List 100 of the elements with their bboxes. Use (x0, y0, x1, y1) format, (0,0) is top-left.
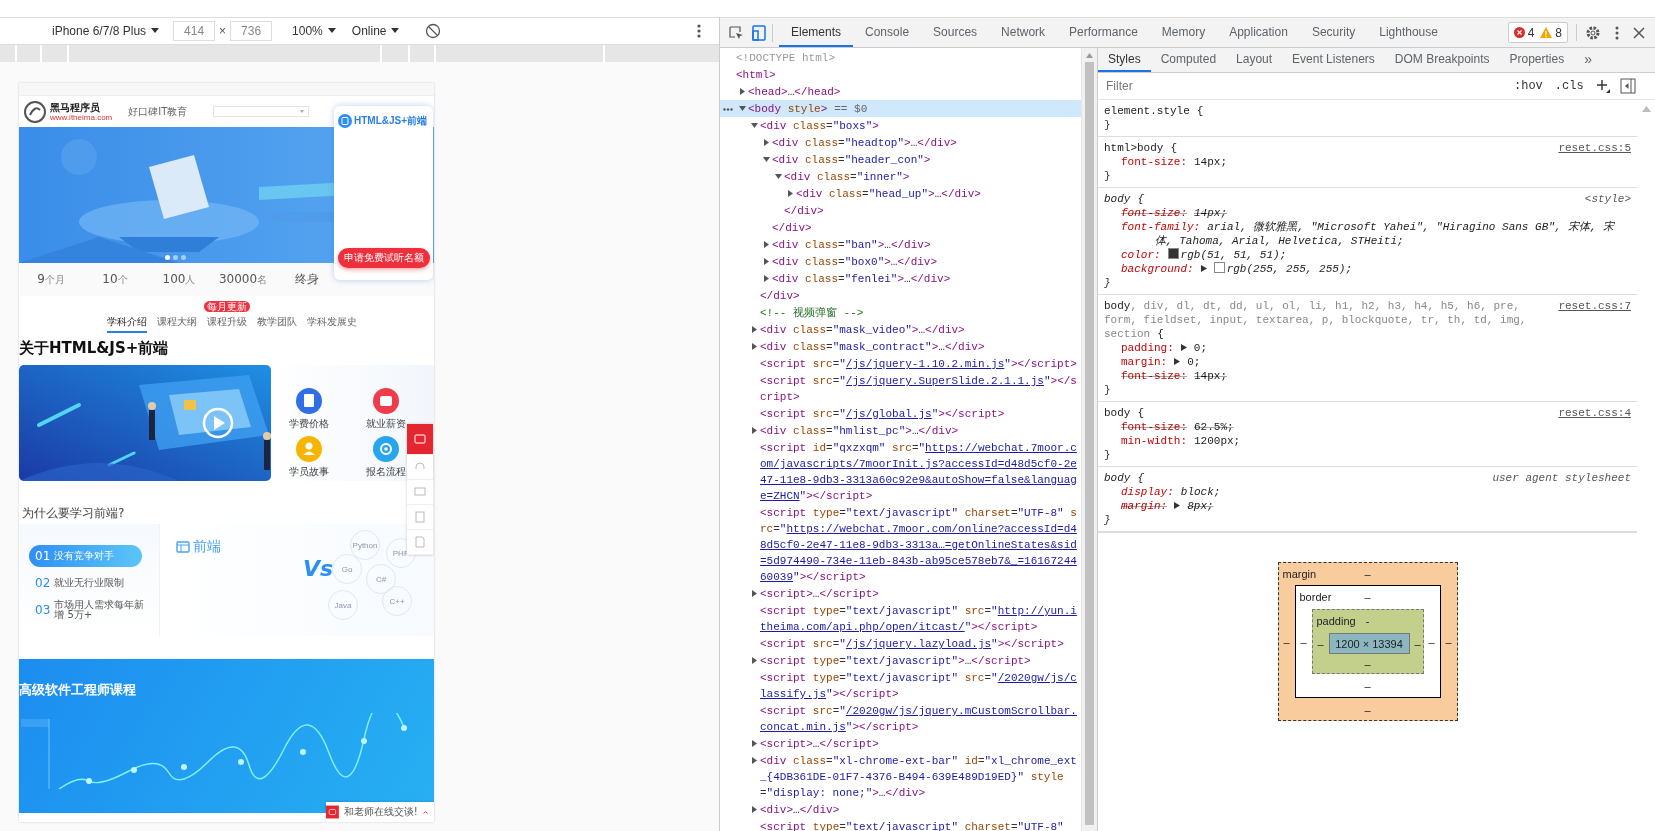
dom-node[interactable]: <script src="/js/jquery.SuperSlide.2.1.1.js"></script> (720, 372, 1081, 405)
caret-right-icon[interactable] (762, 241, 770, 248)
css-declaration[interactable]: min-width: 1200px; (1104, 434, 1631, 448)
throttle-select[interactable]: Online (347, 20, 404, 42)
more-icon[interactable] (697, 24, 701, 38)
caret-right-icon[interactable] (786, 190, 794, 197)
expand-triangle-icon[interactable] (1174, 502, 1181, 509)
dom-node[interactable]: <div class="fenlei">…</div> (720, 270, 1081, 287)
section-tab[interactable]: 教学团队 (256, 315, 297, 333)
caret-down-icon[interactable] (738, 105, 746, 112)
panel-tab[interactable]: Application (1217, 18, 1300, 47)
dom-node[interactable]: <head>…</head> (720, 83, 1081, 100)
stylesheet-link[interactable]: reset.css:7 (1558, 299, 1631, 313)
caret-right-icon[interactable] (750, 427, 758, 434)
css-declaration[interactable]: margin: 0; (1104, 355, 1631, 369)
panel-tab[interactable]: Memory (1149, 18, 1218, 47)
dom-node[interactable]: <script type="text/javascript" charset="UTF-8" src="https://webchat.7moor.com/online?accessId=d48d5cf0-2e47-11e8-9db3-3313a…=getOnlineStates&sid=5d974490-734e-11eb-843b-ab95ce578eb7&_=1616724460039"></script> (720, 504, 1081, 585)
dom-node[interactable]: <script>…</script> (720, 585, 1081, 602)
dom-node[interactable]: <div class="header_con"> (720, 151, 1081, 168)
css-declaration[interactable]: background: rgb(255, 255, 255); (1104, 262, 1631, 276)
slide-dot[interactable] (165, 255, 170, 260)
css-declaration[interactable]: margin: 8px; (1104, 499, 1631, 513)
caret-right-icon[interactable] (750, 740, 758, 747)
expand-triangle-icon[interactable] (1200, 265, 1207, 272)
chevron-up-icon[interactable] (422, 809, 428, 815)
css-declaration[interactable]: font-size: 62.5%; (1104, 420, 1631, 434)
ellipsis-icon[interactable] (723, 108, 733, 111)
sidebar-tab[interactable]: Styles (1098, 48, 1151, 72)
panel-tab[interactable]: Lighthouse (1367, 18, 1450, 47)
dom-node[interactable]: <script type="text/javascript" src="http://yun.itheima.com/api.php/open/itcast/"></script> (720, 602, 1081, 635)
panel-tab[interactable]: Network (989, 18, 1058, 47)
section-tab[interactable]: 课程升级 (206, 315, 247, 333)
dom-node[interactable]: <div class="inner"> (720, 168, 1081, 185)
caret-right-icon[interactable] (762, 139, 770, 146)
color-swatch[interactable] (1167, 248, 1179, 259)
caret-right-icon[interactable] (750, 343, 758, 350)
sidebar-tab[interactable]: Computed (1150, 48, 1227, 72)
panel-tab[interactable]: Security (1299, 18, 1368, 47)
width-field[interactable]: 414 (173, 21, 216, 41)
caret-right-icon[interactable] (762, 258, 770, 265)
zoom-select[interactable]: 100% (288, 20, 340, 42)
dom-node[interactable]: <body style> == $0 (720, 100, 1081, 117)
dom-node[interactable]: <script src="/js/jquery-1.10.2.min.js"></script> (720, 355, 1081, 372)
device-select[interactable]: iPhone 6/7/8 Plus (48, 20, 164, 42)
caret-down-icon[interactable] (762, 156, 770, 163)
dom-node[interactable]: </div> (720, 287, 1081, 304)
caret-right-icon[interactable] (750, 806, 758, 813)
sidebar-tab[interactable]: Event Listeners (1282, 48, 1385, 72)
clipboard-icon[interactable] (414, 511, 426, 523)
panel-tab[interactable]: Sources (921, 18, 990, 47)
caret-down-icon[interactable] (750, 122, 758, 129)
more-tabs-button[interactable]: » (1574, 48, 1602, 72)
dom-node[interactable]: <html> (720, 66, 1081, 83)
dom-node[interactable]: <div class="boxs"> (720, 117, 1081, 134)
dom-node[interactable]: </div> (720, 202, 1081, 219)
issues-button[interactable]: 4 8 (1507, 22, 1568, 43)
scrollbar[interactable] (1081, 48, 1097, 831)
sidebar-tab[interactable]: DOM Breakpoints (1384, 48, 1500, 72)
caret-right-icon[interactable] (750, 657, 758, 664)
caret-right-icon[interactable] (750, 590, 758, 597)
caret-right-icon[interactable] (762, 275, 770, 282)
feature-label[interactable]: 报名流程 (365, 465, 406, 479)
css-declaration[interactable]: font-size: 14px; (1104, 369, 1631, 383)
css-declaration[interactable]: font-size: 14px; (1104, 206, 1631, 220)
stylesheet-link[interactable]: reset.css:4 (1558, 406, 1631, 420)
chat-bar[interactable]: 和老师在线交谈! (326, 802, 434, 822)
dom-node[interactable]: <div>…</div> (720, 801, 1081, 818)
close-icon[interactable] (1633, 26, 1645, 39)
dom-node[interactable]: <script>…</script> (720, 735, 1081, 752)
caret-right-icon[interactable] (738, 88, 746, 95)
css-declaration[interactable]: font-family: arial, 微软雅黑, "Microsoft Yahei", "Hiragino Sans GB", 宋体, 宋体, Tahoma, Arial, Helvetica, STHeiti; (1104, 220, 1631, 248)
sidebar-tab[interactable]: Layout (1226, 48, 1283, 72)
dom-node[interactable]: <script type="text/javascript" src="/2020gw/js/classify.js"></script> (720, 669, 1081, 702)
height-field[interactable]: 736 (230, 21, 273, 41)
panel-tab[interactable]: Performance (1057, 18, 1150, 47)
expand-triangle-icon[interactable] (1180, 344, 1187, 351)
dom-node[interactable]: <script src="/2020gw/js/jquery.mCustomScrollbar.concat.min.js"></script> (720, 702, 1081, 735)
caret-right-icon[interactable] (750, 326, 758, 333)
rotate-icon[interactable] (425, 23, 442, 39)
dom-node[interactable]: <div class="ban">…</div> (720, 236, 1081, 253)
stylesheet-link[interactable]: reset.css:5 (1558, 141, 1631, 155)
dom-node[interactable]: <script type="text/javascript">…</script> (720, 652, 1081, 669)
inspect-icon[interactable] (728, 24, 744, 41)
caret-down-icon[interactable] (774, 173, 782, 180)
panel-tab[interactable]: Console (853, 18, 922, 47)
dom-node[interactable]: <div class="hmlist_pc">…</div> (720, 422, 1081, 439)
feature-label[interactable]: 就业薪资 (365, 417, 406, 431)
dom-node[interactable]: <div class="mask_video">…</div> (720, 321, 1081, 338)
dom-node[interactable]: <div class="mask_contract">…</div> (720, 338, 1081, 355)
more-icon[interactable] (1615, 25, 1619, 40)
dom-node[interactable]: <div class="xl-chrome-ext-bar" id="xl_chrome_ext_{4DB361DE-01F7-4376-B494-639E489D19ED}" style="display: none;">…</div> (720, 752, 1081, 801)
dom-node[interactable]: <div class="box0">…</div> (720, 253, 1081, 270)
expand-triangle-icon[interactable] (1174, 358, 1181, 365)
device-icon[interactable] (752, 24, 766, 41)
dom-node[interactable]: <!-- 视频弹窗 --> (720, 304, 1081, 321)
color-swatch[interactable] (1213, 262, 1225, 273)
trial-button[interactable]: 申请免费试听名额 (337, 248, 430, 268)
caret-right-icon[interactable] (750, 757, 758, 764)
dom-node[interactable]: <script src="/js/jquery.lazyload.js"></script> (720, 635, 1081, 652)
settings-icon[interactable] (1585, 24, 1601, 41)
